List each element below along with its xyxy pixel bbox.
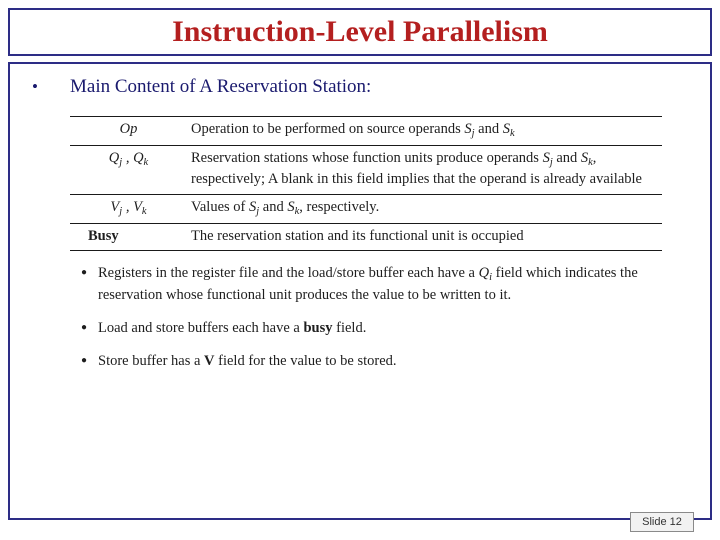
row-label-op: Op bbox=[70, 116, 187, 146]
list-item: ● Load and store buffers each have a bus… bbox=[70, 318, 662, 339]
slide: Instruction-Level Parallelism • Main Con… bbox=[0, 0, 720, 540]
list-item-text: Registers in the register file and the l… bbox=[98, 265, 638, 304]
slide-number-badge: Slide 12 bbox=[630, 512, 694, 532]
bullet-marker: ● bbox=[80, 267, 88, 279]
row-label-busy: Busy bbox=[70, 222, 187, 252]
row-label-v: Vj , Vk bbox=[70, 193, 187, 224]
bullet-marker: ● bbox=[80, 355, 88, 367]
main-bullet-label: Main Content of A Reservation Station: bbox=[70, 76, 372, 97]
main-bullet: • Main Content of A Reservation Station: bbox=[32, 76, 371, 98]
table-row: Qj , Qk Reservation stations whose funct… bbox=[70, 145, 662, 195]
title-box: Instruction-Level Parallelism bbox=[8, 8, 712, 56]
row-desc-busy: The reservation station and its function… bbox=[187, 222, 662, 252]
bullet-marker: • bbox=[32, 77, 38, 96]
row-desc-v: Values of Sj and Sk, respectively. bbox=[187, 193, 662, 224]
table-row: Busy The reservation station and its fun… bbox=[70, 222, 662, 252]
body-frame: • Main Content of A Reservation Station:… bbox=[8, 62, 712, 520]
bullet-marker: ● bbox=[80, 322, 88, 334]
sub-bullet-list: ● Registers in the register file and the… bbox=[70, 263, 662, 372]
page-title: Instruction-Level Parallelism bbox=[172, 15, 548, 48]
table-body: Op Operation to be performed on source o… bbox=[70, 116, 662, 252]
row-desc-q: Reservation stations whose function unit… bbox=[187, 145, 662, 195]
list-item: ● Registers in the register file and the… bbox=[70, 263, 662, 306]
list-item-text: Load and store buffers each have a busy … bbox=[98, 320, 367, 337]
row-desc-op: Operation to be performed on source oper… bbox=[187, 116, 662, 146]
slide-number-label: Slide 12 bbox=[642, 516, 682, 528]
table-row: Op Operation to be performed on source o… bbox=[70, 116, 662, 146]
reservation-station-figure: Op Operation to be performed on source o… bbox=[70, 116, 670, 384]
list-item: ● Store buffer has a V field for the val… bbox=[70, 351, 662, 372]
list-item-text: Store buffer has a V field for the value… bbox=[98, 353, 397, 370]
table-row: Vj , Vk Values of Sj and Sk, respectivel… bbox=[70, 193, 662, 224]
row-label-q: Qj , Qk bbox=[70, 145, 187, 195]
reservation-station-table: Op Operation to be performed on source o… bbox=[70, 116, 662, 252]
